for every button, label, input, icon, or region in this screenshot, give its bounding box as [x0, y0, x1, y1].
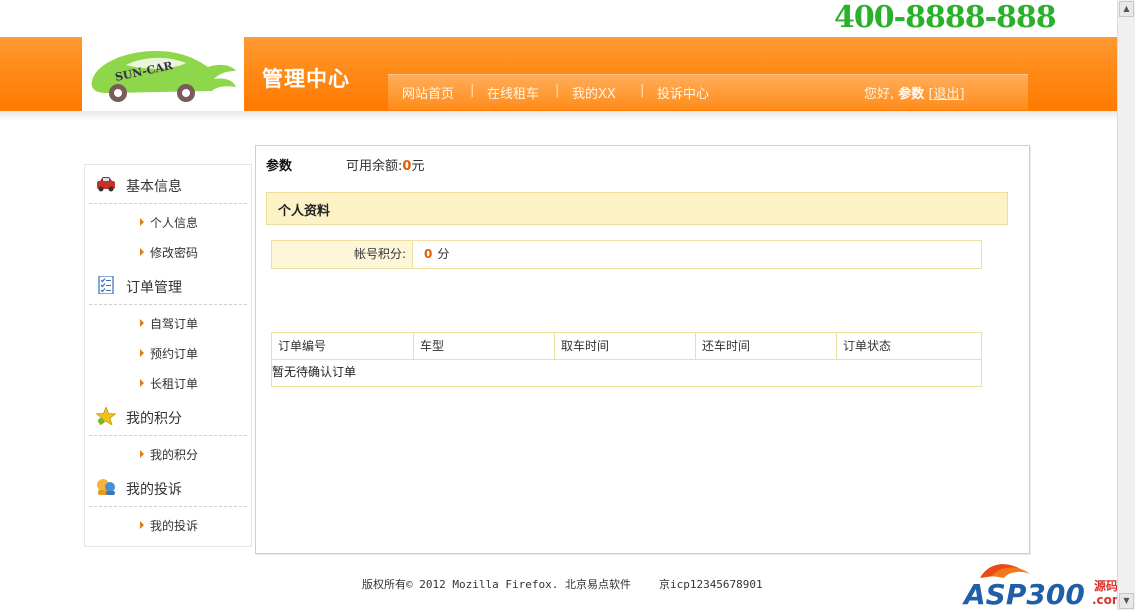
sidebar-section-title: 基本信息: [126, 179, 182, 195]
divider: [89, 435, 247, 436]
sidebar-section-orders[interactable]: 订单管理: [85, 266, 251, 304]
arrow-right-icon: [140, 319, 144, 327]
column-header-order-id: 订单编号: [272, 333, 414, 359]
page-title: 管理中心: [262, 67, 350, 91]
checklist-icon: [98, 276, 114, 294]
sidebar-section-title: 我的积分: [126, 411, 182, 427]
footer-icp: 京icp12345678901: [658, 578, 763, 591]
sidebar-section-title: 订单管理: [126, 280, 182, 296]
top-nav: 网站首页 | 在线租车 | 我的XX | 投诉中心 您好, 参数 [退出]: [388, 74, 1028, 110]
sidebar: 基本信息 个人信息 修改密码 订单管理 自驾订单 预约订单 长租订单 我的积分 …: [84, 164, 252, 547]
nav-separator: |: [640, 83, 645, 98]
site-logo[interactable]: SUN-CAR: [82, 37, 244, 111]
greeting-username: 参数: [898, 87, 925, 102]
nav-home[interactable]: 网站首页: [402, 83, 454, 102]
points-row: 帐号积分: 0分: [271, 240, 982, 269]
sidebar-item-label: 长租订单: [150, 377, 199, 391]
orders-table: 订单编号 车型 取车时间 还车时间 订单状态 暂无待确认订单: [271, 332, 982, 387]
sidebar-item-reserved-orders[interactable]: 预约订单: [140, 345, 198, 362]
user-greeting: 您好, 参数 [退出]: [864, 83, 965, 102]
sidebar-section-points[interactable]: 我的积分: [85, 397, 251, 435]
points-label: 帐号积分:: [272, 241, 413, 268]
orders-empty-message: 暂无待确认订单: [272, 365, 357, 379]
sidebar-section-basic-info[interactable]: 基本信息: [85, 165, 251, 203]
header-shadow: [0, 111, 1118, 121]
nav-online-rent[interactable]: 在线租车: [487, 83, 539, 102]
sidebar-item-label: 自驾订单: [150, 317, 199, 331]
divider: [272, 359, 981, 360]
sidebar-item-label: 我的积分: [150, 448, 199, 462]
scroll-down-icon[interactable]: ▼: [1119, 593, 1134, 609]
nav-separator: |: [470, 83, 475, 98]
car-icon: [97, 177, 115, 192]
logout-link[interactable]: 退出: [934, 87, 960, 102]
sidebar-item-my-complaints[interactable]: 我的投诉: [140, 517, 198, 534]
watermark-suffix-top: 源码: [1094, 578, 1118, 593]
sidebar-item-label: 我的投诉: [150, 519, 199, 533]
main-panel: 参数 可用余额:0元 个人资料 帐号积分: 0分 订单编号 车型 取车时间 还车…: [255, 145, 1030, 554]
greeting-prefix: 您好,: [864, 87, 895, 102]
vertical-scrollbar[interactable]: ▲ ▼: [1117, 0, 1135, 610]
column-header-order-status: 订单状态: [843, 339, 892, 353]
hotline-phone: 400-8888-888: [834, 0, 1057, 35]
nav-my-xx[interactable]: 我的XX: [572, 83, 616, 102]
column-header-return-time: 还车时间: [696, 333, 837, 359]
sidebar-item-long-term-orders[interactable]: 长租订单: [140, 375, 198, 392]
column-header-pickup-time: 取车时间: [555, 333, 696, 359]
points-value-cell: 0分: [424, 241, 449, 268]
footer: 版权所有© 2012 Mozilla Firefox. 北京易点软件 京icp12…: [362, 576, 763, 592]
sidebar-item-label: 个人信息: [150, 216, 199, 230]
divider: [89, 304, 247, 305]
sidebar-item-label: 预约订单: [150, 347, 199, 361]
arrow-right-icon: [140, 248, 144, 256]
sidebar-item-my-points[interactable]: 我的积分: [140, 446, 198, 463]
arrow-right-icon: [140, 521, 144, 529]
sidebar-section-title: 我的投诉: [126, 482, 182, 498]
account-balance: 可用余额:0元: [346, 155, 424, 174]
points-unit: 分: [437, 247, 450, 261]
sidebar-section-complaints[interactable]: 我的投诉: [85, 468, 251, 506]
balance-label: 可用余额:: [346, 159, 403, 174]
scroll-up-icon[interactable]: ▲: [1119, 1, 1134, 17]
watermark-brand: ASP300: [962, 578, 1085, 608]
logout-bracket-close: ]: [959, 87, 965, 102]
arrow-right-icon: [140, 450, 144, 458]
profile-section-header: 个人资料: [266, 192, 1008, 225]
sidebar-item-change-password[interactable]: 修改密码: [140, 244, 198, 261]
divider: [89, 506, 247, 507]
arrow-right-icon: [140, 218, 144, 226]
sidebar-item-profile[interactable]: 个人信息: [140, 214, 198, 231]
divider: [89, 203, 247, 204]
arrow-right-icon: [140, 349, 144, 357]
people-icon: [97, 479, 115, 495]
footer-copyright: 版权所有© 2012 Mozilla Firefox. 北京易点软件: [362, 578, 631, 591]
nav-complaint-center[interactable]: 投诉中心: [657, 83, 709, 102]
profile-section-title: 个人资料: [278, 204, 331, 219]
account-username: 参数: [266, 159, 293, 174]
balance-unit: 元: [411, 159, 425, 174]
asp300-watermark-logo: ASP300 源码 .com: [962, 564, 1124, 608]
column-header-car-model: 车型: [414, 333, 555, 359]
sidebar-item-label: 修改密码: [150, 246, 199, 260]
star-icon: [95, 407, 117, 425]
car-logo-icon: SUN-CAR: [91, 51, 237, 102]
nav-separator: |: [555, 83, 560, 98]
sidebar-item-self-drive-orders[interactable]: 自驾订单: [140, 315, 198, 332]
arrow-right-icon: [140, 379, 144, 387]
points-value: 0: [424, 247, 433, 261]
